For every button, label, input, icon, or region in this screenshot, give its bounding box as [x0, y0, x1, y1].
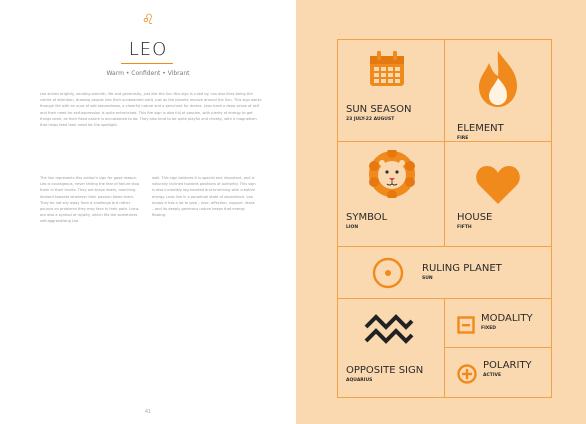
sun-season-value: 23 JULY-22 AUGUST	[346, 117, 395, 122]
opposite-sign-value: AQUARIUS	[346, 378, 373, 383]
element-content: ELEMENT FIRE	[445, 40, 551, 142]
cell-house: HOUSE FIFTH	[445, 142, 551, 247]
cell-opposite-sign: OPPOSITE SIGN AQUARIUS	[338, 299, 445, 397]
modality-label: MODALITY	[481, 313, 533, 324]
sun-symbol-icon	[372, 257, 404, 289]
flame-icon	[479, 51, 517, 107]
cell-ruling-planet: RULING PLANET SUN	[338, 247, 551, 299]
title-underline	[121, 63, 173, 64]
aquarius-icon	[364, 314, 414, 344]
symbol-label: SYMBOL	[346, 212, 388, 223]
symbol-value: LION	[346, 225, 359, 230]
heart-icon	[476, 166, 520, 204]
sun-season-label: SUN SEASON	[346, 104, 412, 115]
page-number: 41	[144, 409, 152, 415]
element-label: ELEMENT	[457, 123, 504, 134]
cell-modality: MODALITY FIXED	[445, 299, 551, 348]
cell-symbol: SYMBOL LION	[338, 142, 445, 247]
intro-paragraph: Leo shines brightly, exuding warmth, lif…	[40, 92, 262, 128]
element-value: FIRE	[457, 136, 469, 141]
leo-glyph-icon: ♌	[141, 12, 155, 28]
cell-sun-season: SUN SEASON 23 JULY-22 AUGUST	[338, 40, 445, 142]
ruling-planet-value: SUN	[422, 276, 433, 281]
modality-value: FIXED	[481, 326, 497, 331]
page-title: LEO	[128, 39, 168, 60]
cell-polarity: POLARITY ACTIVE	[445, 348, 551, 397]
house-label: HOUSE	[457, 212, 493, 223]
polarity-label: POLARITY	[483, 360, 532, 371]
ruling-planet-label: RULING PLANET	[422, 263, 502, 274]
body-column-left: The lion represents this zodiac's sign f…	[40, 176, 140, 224]
calendar-icon	[370, 51, 404, 86]
traits-subtitle: Warm • Confident • Vibrant	[106, 70, 190, 77]
square-minus-icon	[457, 316, 475, 334]
lion-icon	[369, 150, 415, 198]
circle-plus-icon	[457, 364, 477, 384]
left-page: ♌ LEO Warm • Confident • Vibrant Leo shi…	[0, 0, 296, 424]
opposite-sign-label: OPPOSITE SIGN	[346, 365, 424, 376]
house-value: FIFTH	[457, 225, 472, 230]
facts-grid: SUN SEASON 23 JULY-22 AUGUST SYMBOL LION…	[337, 39, 552, 398]
polarity-value: ACTIVE	[483, 373, 502, 378]
body-column-right: well. This sign believes it is special a…	[152, 176, 256, 218]
